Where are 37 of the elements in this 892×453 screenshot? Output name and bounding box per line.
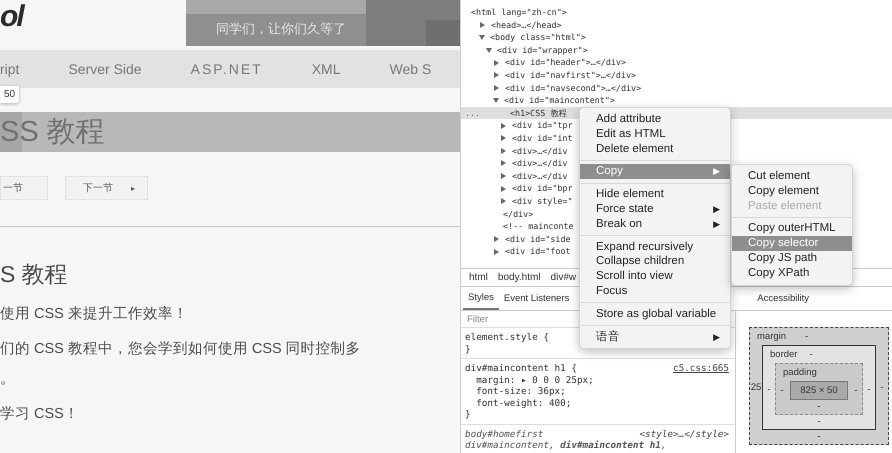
css-code-line: }	[465, 344, 471, 355]
box-value: -	[805, 331, 808, 343]
paragraph: 使用 CSS 来提升工作效率！	[0, 305, 189, 323]
css-code-line: body#homefirst	[465, 428, 544, 440]
css-code-line: element.style {	[465, 332, 549, 344]
box-label: border	[770, 349, 798, 361]
submenu-arrow-icon: ▶	[713, 164, 720, 180]
css-code-line: font-size: 36px;	[475, 386, 566, 398]
paragraph: 们的 CSS 教程中，您会学到如何使用 CSS 同时控制多	[0, 340, 362, 358]
submenu-arrow-icon: ▶	[713, 330, 720, 344]
css-code-line: font-weight: 400;	[475, 398, 572, 409]
box-value: -	[809, 349, 813, 361]
box-value: -	[866, 384, 872, 394]
css-code-line: }	[465, 409, 471, 420]
box-value: -	[816, 400, 822, 414]
page-title: SS 教程	[0, 112, 460, 152]
box-value: -	[853, 385, 859, 396]
paragraph: 学习 CSS！	[0, 405, 80, 423]
box-value: -	[879, 382, 885, 393]
css-code-line: div#maincontent, div#maincontent h1,	[465, 440, 667, 452]
box-value: -	[816, 415, 822, 429]
submenu-arrow-icon: ▶	[713, 202, 720, 217]
box-value: -	[816, 430, 822, 444]
box-value: -	[766, 384, 772, 394]
css-code-line: div#maincontent h1 {	[465, 363, 577, 374]
caret-icon: ▸	[130, 184, 135, 192]
content-box: 825 × 50	[790, 381, 848, 400]
size-tooltip: 50	[0, 86, 20, 103]
banner-caption: 同学们，让你们久等了	[216, 20, 346, 38]
css-code-line: margin: ▸ 0 0 0 25px;	[475, 374, 594, 386]
box-value: -	[779, 385, 785, 396]
box-label: padding	[783, 367, 817, 379]
box-label: margin	[757, 331, 786, 343]
paragraph: 。	[0, 370, 16, 388]
section-heading: S 教程	[0, 260, 69, 288]
box-value: 25	[750, 382, 762, 393]
submenu-arrow-icon: ▶	[713, 216, 720, 232]
